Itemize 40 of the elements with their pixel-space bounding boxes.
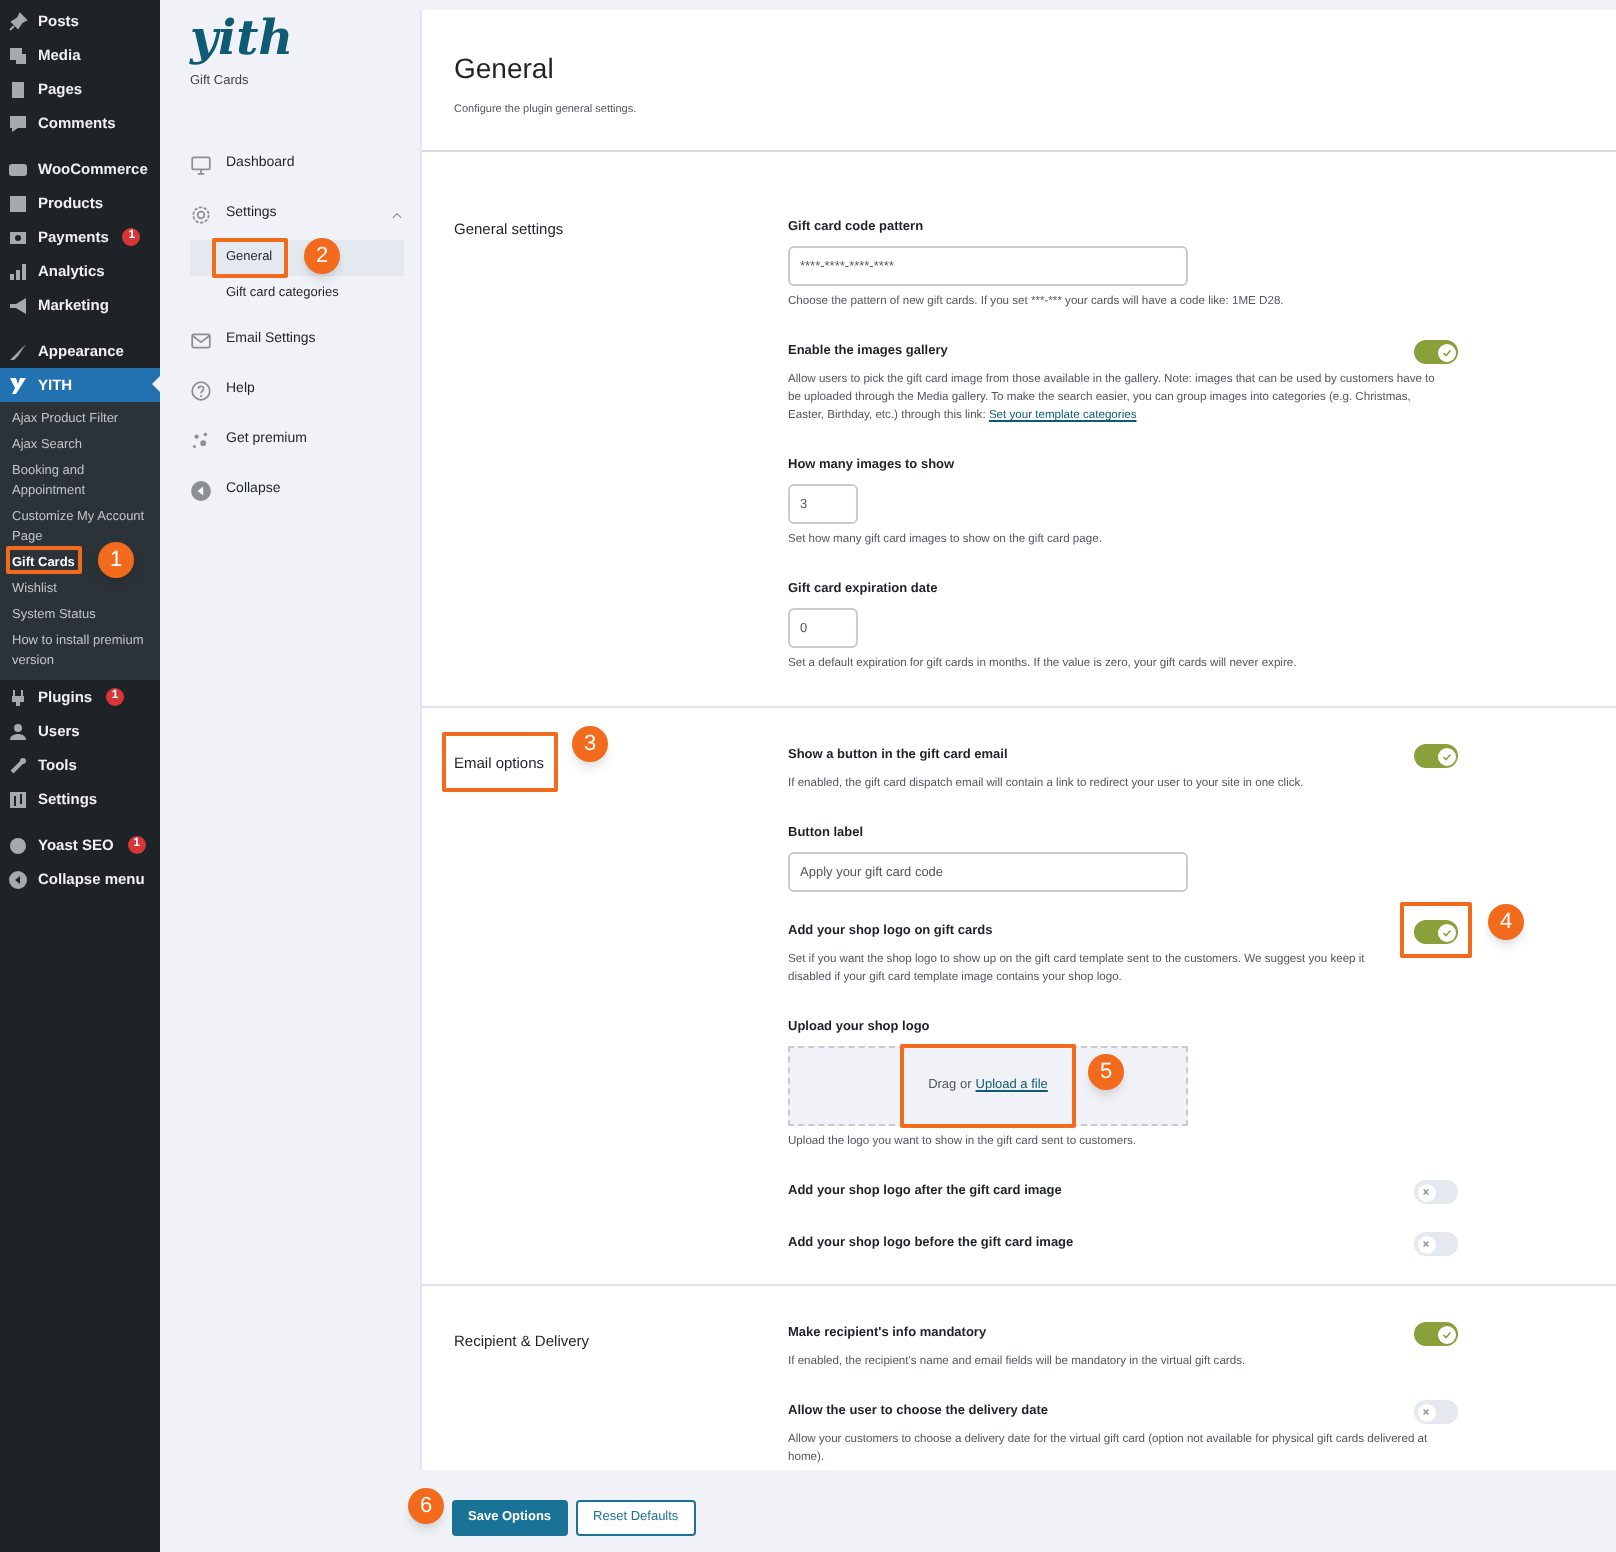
x-icon — [1422, 1188, 1430, 1197]
highlight-frame — [6, 546, 82, 574]
check-icon — [1441, 347, 1451, 358]
toggle-switch[interactable] — [1414, 1322, 1458, 1347]
collapse-icon — [8, 869, 28, 889]
monitor-icon — [190, 153, 212, 176]
sparkle-icon — [190, 429, 212, 452]
bar-chart-icon — [8, 261, 28, 281]
collapse-icon — [190, 479, 212, 502]
x-icon — [1422, 1240, 1430, 1249]
toggle-switch[interactable] — [1414, 744, 1458, 769]
highlight-frame — [1400, 902, 1472, 958]
toggle-switch[interactable] — [1414, 1180, 1458, 1205]
user-icon — [8, 721, 28, 741]
speech-bubble-icon — [8, 113, 28, 133]
envelope-icon — [190, 329, 212, 352]
toggle-switch[interactable] — [1414, 920, 1458, 945]
sliders-icon — [8, 789, 28, 809]
wrench-icon — [8, 755, 28, 775]
check-icon — [1441, 1329, 1451, 1340]
step-number: 6 — [408, 1488, 444, 1524]
question-icon — [190, 379, 212, 402]
check-icon — [1441, 751, 1451, 762]
x-icon — [1422, 1408, 1430, 1417]
pushpin-icon — [8, 11, 28, 31]
check-icon — [1441, 927, 1451, 938]
gear-icon — [190, 203, 212, 226]
media-icon — [8, 45, 28, 65]
page-title: General — [454, 50, 556, 86]
highlight-frame — [442, 732, 558, 792]
highlight-frame — [212, 238, 288, 278]
plug-icon — [8, 687, 28, 707]
toggle-switch[interactable] — [1414, 340, 1458, 365]
page-icon — [8, 79, 28, 99]
toggle-switch[interactable] — [1414, 1232, 1458, 1257]
megaphone-icon — [8, 295, 28, 315]
paintbrush-icon — [8, 341, 28, 361]
logo-wordmark: yith — [190, 12, 296, 64]
toggle-switch[interactable] — [1414, 1400, 1458, 1425]
banknote-icon — [8, 227, 28, 247]
